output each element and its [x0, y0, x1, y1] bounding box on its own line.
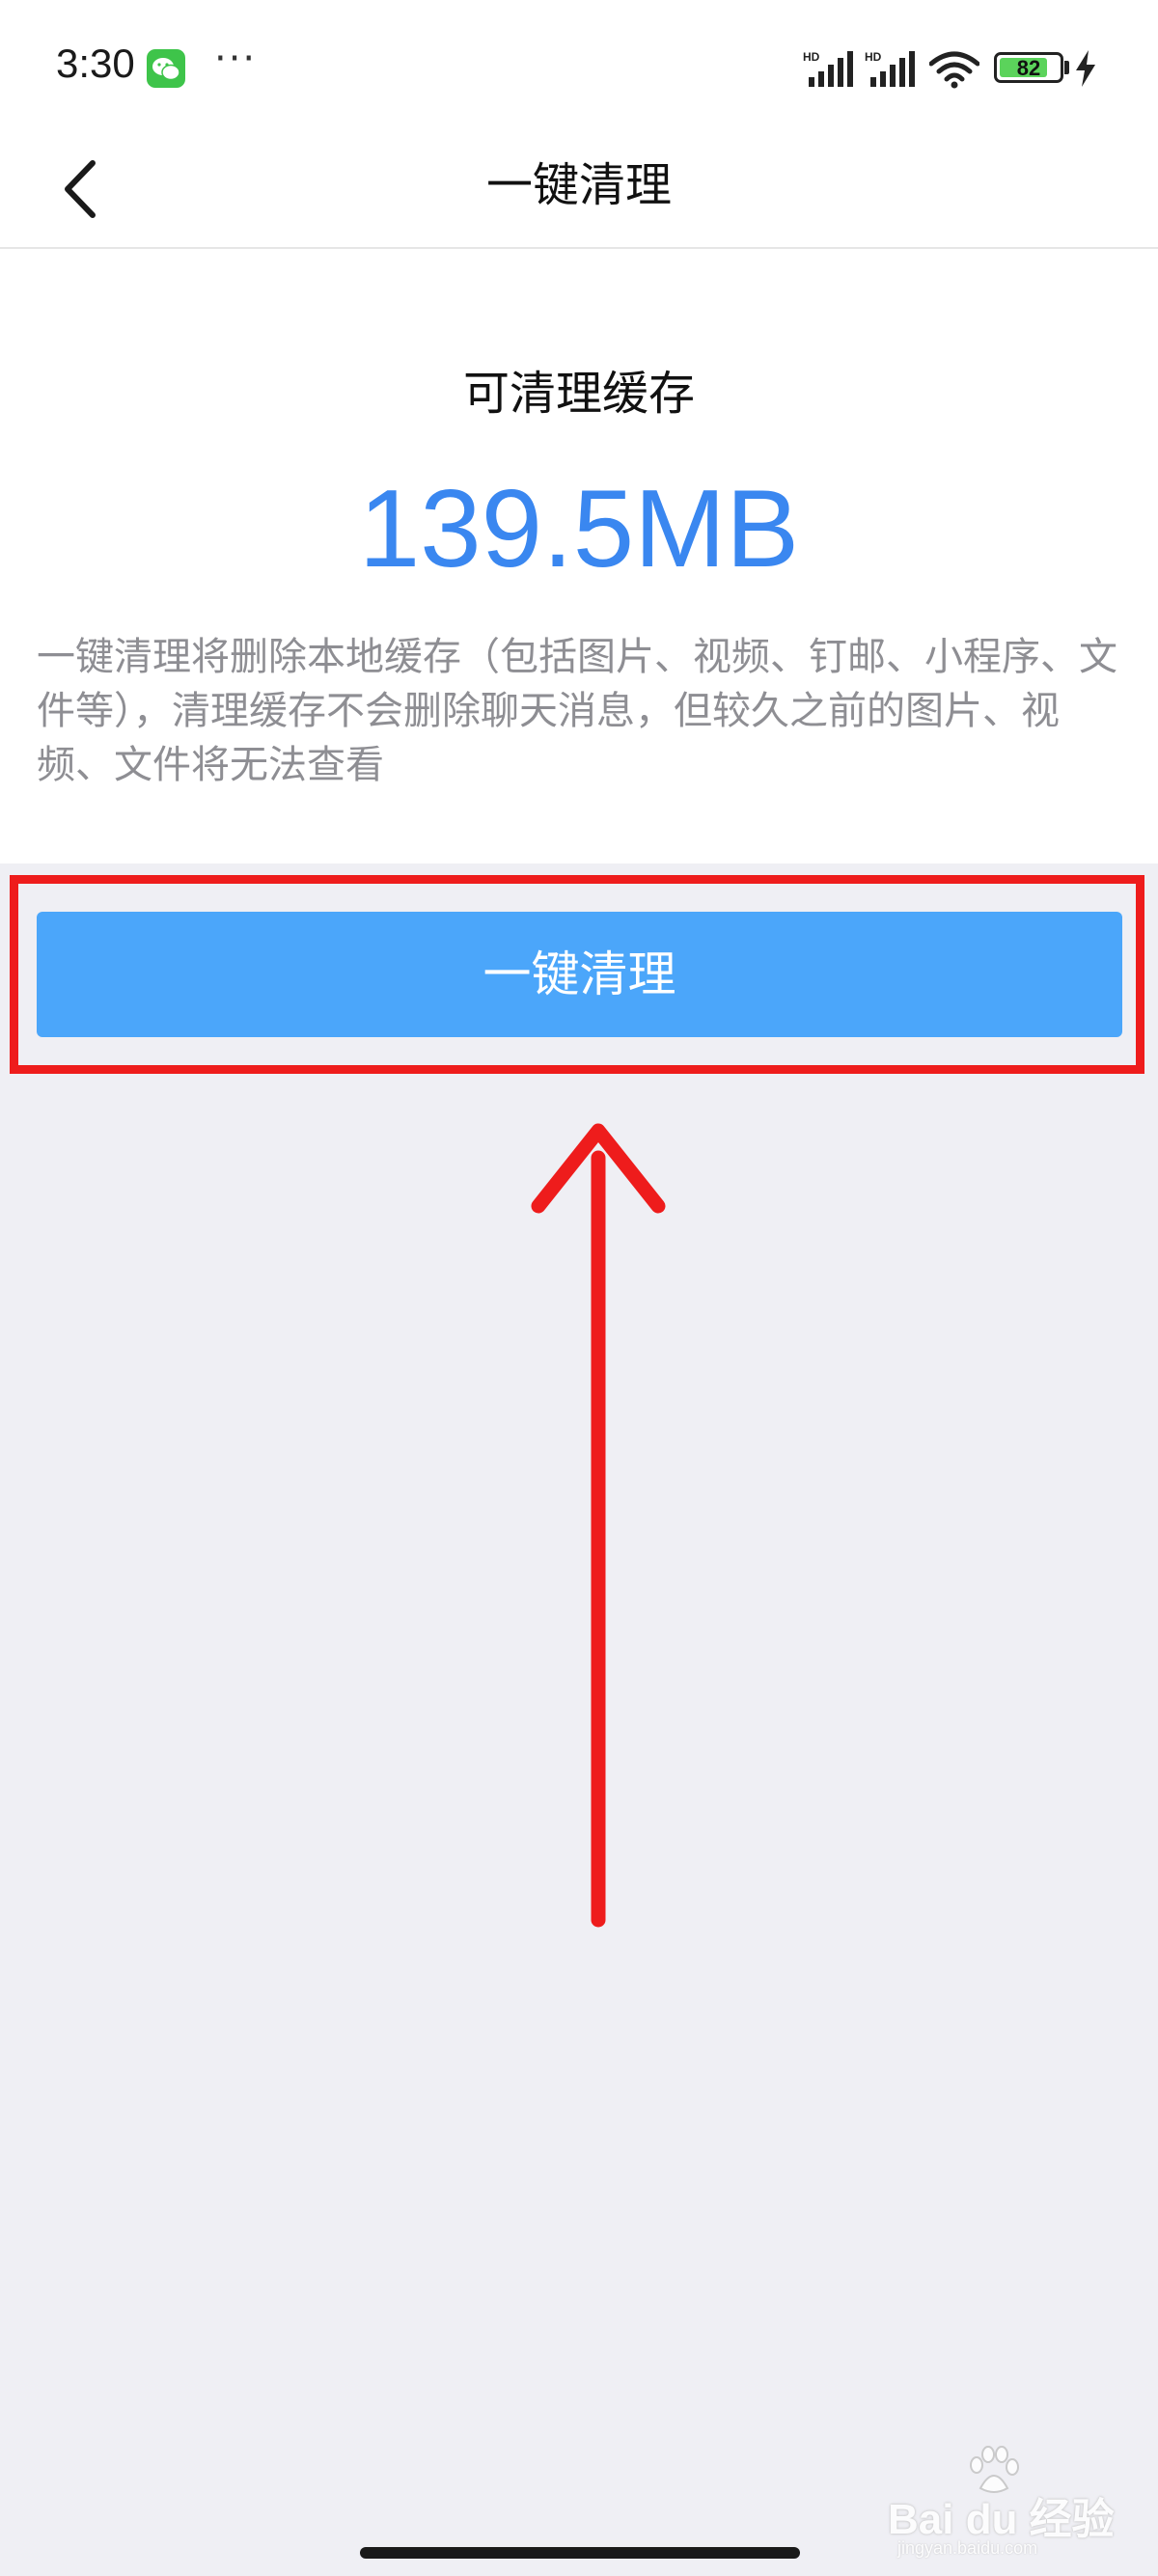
wifi-icon	[929, 51, 979, 89]
page-title: 一键清理	[485, 158, 672, 212]
battery-icon: 82	[994, 52, 1063, 83]
status-bar: 3:30 ··· HD HD 82	[0, 0, 1158, 130]
nav-bar: 一键清理	[0, 130, 1158, 249]
battery-percentage: 82	[1016, 56, 1041, 80]
network-type-label: HD	[803, 50, 820, 64]
status-time: 3:30	[56, 41, 135, 86]
cellular-signal-icon: HD	[865, 50, 915, 87]
watermark-url: jingyan.baidu.com	[897, 2538, 1038, 2558]
annotation-arrow-icon	[531, 1123, 666, 1928]
charging-bolt-icon	[1076, 50, 1095, 87]
baidu-jingyan-watermark: Bai du 经验 jingyan.baidu.com	[888, 2446, 1115, 2558]
cache-label: 可清理缓存	[462, 367, 695, 421]
cache-summary-card: 可清理缓存 139.5MB 一键清理将删除本地缓存（包括图片、视频、钉邮、小程序…	[0, 249, 1158, 863]
cache-size-value: 139.5MB	[358, 468, 800, 590]
battery-tip	[1064, 61, 1069, 74]
highlight-annotation-frame	[10, 875, 1144, 1074]
more-notifications-icon: ···	[214, 37, 258, 81]
wechat-icon	[147, 49, 185, 88]
network-type-label: HD	[865, 50, 882, 64]
home-indicator[interactable]	[360, 2547, 800, 2559]
watermark-brand: Bai du 经验	[888, 2496, 1115, 2543]
cache-description: 一键清理将删除本地缓存（包括图片、视频、钉邮、小程序、文件等），清理缓存不会删除…	[37, 635, 1117, 787]
cellular-signal-icon: HD	[803, 50, 853, 87]
